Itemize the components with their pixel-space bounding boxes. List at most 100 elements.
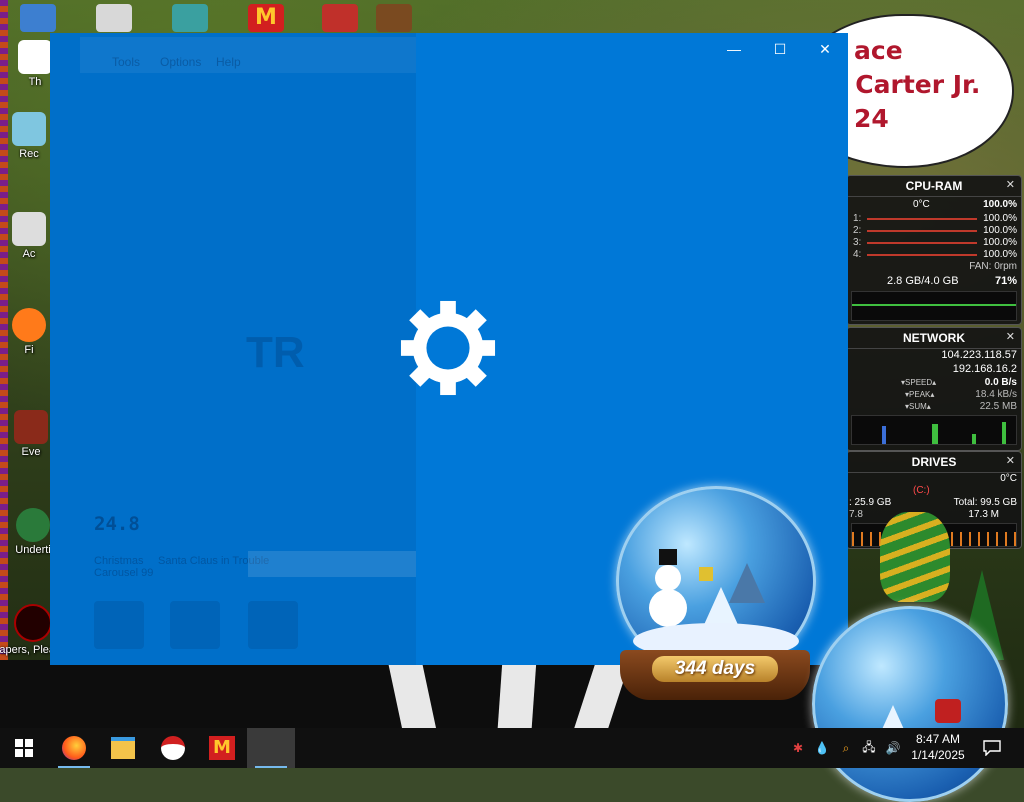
net-speed: 0.0 B/s <box>984 377 1017 388</box>
minimize-button[interactable]: — <box>711 33 757 65</box>
drive-letter: (C:) <box>913 485 930 496</box>
close-button[interactable]: ✕ <box>802 33 848 65</box>
wallpaper-stripe <box>497 660 537 730</box>
ghost-logo: TR <box>246 328 305 377</box>
start-button[interactable] <box>0 728 48 768</box>
ghost-tile-icon <box>94 601 144 649</box>
taskbar-file-explorer[interactable] <box>99 728 147 768</box>
recycle-bin-icon <box>12 112 46 146</box>
close-icon[interactable]: ✕ <box>1006 330 1015 343</box>
ghost-highlight <box>248 551 416 577</box>
volume-icon[interactable]: 🔊 <box>882 728 904 768</box>
core-value: 100.0% <box>983 225 1017 236</box>
core-value: 100.0% <box>983 249 1017 260</box>
desktop-top-icon[interactable] <box>96 4 132 32</box>
windows-start-icon <box>15 739 33 757</box>
clock-date: 1/14/2025 <box>911 748 965 762</box>
close-icon[interactable]: ✕ <box>1006 454 1015 467</box>
sum-label: ▾SUM▴ <box>905 402 931 411</box>
snowman-hat <box>659 549 677 565</box>
bubble-line: l Carter Jr. <box>838 70 981 99</box>
drive-temp: 0°C <box>1000 473 1017 484</box>
mcdonalds-desktop-icon[interactable]: M <box>248 4 284 32</box>
decorated-tree-icon <box>880 512 950 602</box>
gift-icon <box>699 567 713 581</box>
action-center-icon <box>983 740 1001 756</box>
snow-globe <box>616 486 816 676</box>
santa-app-icon <box>161 736 185 760</box>
desktop-top-icon[interactable] <box>376 4 412 32</box>
ghost-version: 24.8 <box>94 513 140 535</box>
cpu-ram-gadget[interactable]: CPU-RAM ✕ 0°C 100.0% 1: 100.0% 2: 100.0% 3:… <box>846 175 1022 325</box>
mcdonalds-icon: M <box>209 736 235 760</box>
core-bar <box>867 242 977 244</box>
tray-drop-icon[interactable]: 💧 <box>812 728 832 768</box>
app-icon <box>18 40 52 74</box>
desktop-top-icon[interactable] <box>20 4 56 32</box>
game-icon <box>14 604 52 642</box>
ghost-menu-item: Tools <box>112 55 141 69</box>
desktop-top-icon[interactable] <box>322 4 358 32</box>
tray-search-icon[interactable]: ⌕ <box>836 728 856 768</box>
peak-label: ▾PEAK▴ <box>905 390 935 399</box>
close-icon: ✕ <box>819 40 831 57</box>
core-value: 100.0% <box>983 213 1017 224</box>
clock[interactable]: 8:47 AM 1/14/2025 <box>904 731 972 763</box>
firefox-icon <box>62 736 86 760</box>
action-center-button[interactable] <box>978 728 1006 768</box>
ram-graph <box>851 291 1017 321</box>
core-label: 1: <box>853 213 862 224</box>
maximize-button[interactable]: ☐ <box>757 33 803 65</box>
snow-globe-small <box>812 606 1008 802</box>
maximize-icon: ☐ <box>773 40 787 57</box>
ram-percent: 71% <box>994 275 1017 287</box>
net-sum: 22.5 MB <box>979 401 1017 412</box>
core-bar <box>867 218 977 220</box>
minimize-icon: — <box>727 41 741 57</box>
drive-used: : 25.9 GB <box>849 497 892 508</box>
ghost-item: Christmas Carousel 99 <box>94 555 154 579</box>
ghost-window-behind: Tools Options Help TR 24.8 Christmas Car… <box>50 33 416 665</box>
network-icon[interactable]: 🖧 <box>858 728 880 768</box>
clock-time: 8:47 AM <box>915 732 961 746</box>
ghost-menu-item: Options <box>160 55 202 69</box>
gadget-title: NETWORK <box>847 328 1021 349</box>
taskbar-firefox[interactable] <box>50 728 98 768</box>
drive-total: Total: 99.5 GB <box>953 497 1017 508</box>
core-label: 2: <box>853 225 862 236</box>
app-icon <box>12 212 46 246</box>
days-counter: 344 days <box>652 656 778 682</box>
desktop-top-icon[interactable] <box>172 4 208 32</box>
taskbar-settings[interactable] <box>247 728 295 768</box>
close-icon[interactable]: ✕ <box>1006 178 1015 191</box>
snowman-icon <box>649 589 687 627</box>
fan-speed: FAN: 0rpm <box>969 261 1017 272</box>
folder-icon <box>111 737 135 759</box>
gadget-title: DRIVES <box>847 452 1021 473</box>
bubble-line: 24 <box>854 104 889 133</box>
core-value: 100.0% <box>983 237 1017 248</box>
net-peak: 18.4 kB/s <box>975 389 1017 400</box>
taskbar: M ✱ 💧 ⌕ 🖧 🔊 8:47 AM 1/14/2025 <box>0 728 1024 768</box>
drive-rate: 17.3 M <box>968 509 999 520</box>
external-ip: 104.223.118.57 <box>941 349 1017 361</box>
settings-window-icon <box>260 740 282 756</box>
firefox-icon <box>12 308 46 342</box>
core-label: 4: <box>853 249 862 260</box>
ghost-tile-icon <box>248 601 298 649</box>
snowman-head <box>655 565 681 591</box>
santa-icon <box>935 699 961 723</box>
game-icon <box>14 410 48 444</box>
bubble-line: ace <box>854 36 903 65</box>
network-gadget[interactable]: NETWORK ✕ 104.223.118.57 192.168.16.2 ▾S… <box>846 327 1022 451</box>
taskbar-santa-app[interactable] <box>149 728 197 768</box>
speed-label: ▾SPEED▴ <box>901 378 937 387</box>
network-graph <box>851 415 1017 445</box>
taskbar-mcdonalds[interactable]: M <box>198 728 246 768</box>
core-bar <box>867 254 977 256</box>
internal-ip: 192.168.16.2 <box>952 363 1017 375</box>
ram-usage: 2.8 GB/4.0 GB <box>887 275 959 287</box>
game-icon <box>16 508 50 542</box>
ghost-tile-icon <box>170 601 220 649</box>
tray-app-icon[interactable]: ✱ <box>788 728 808 768</box>
